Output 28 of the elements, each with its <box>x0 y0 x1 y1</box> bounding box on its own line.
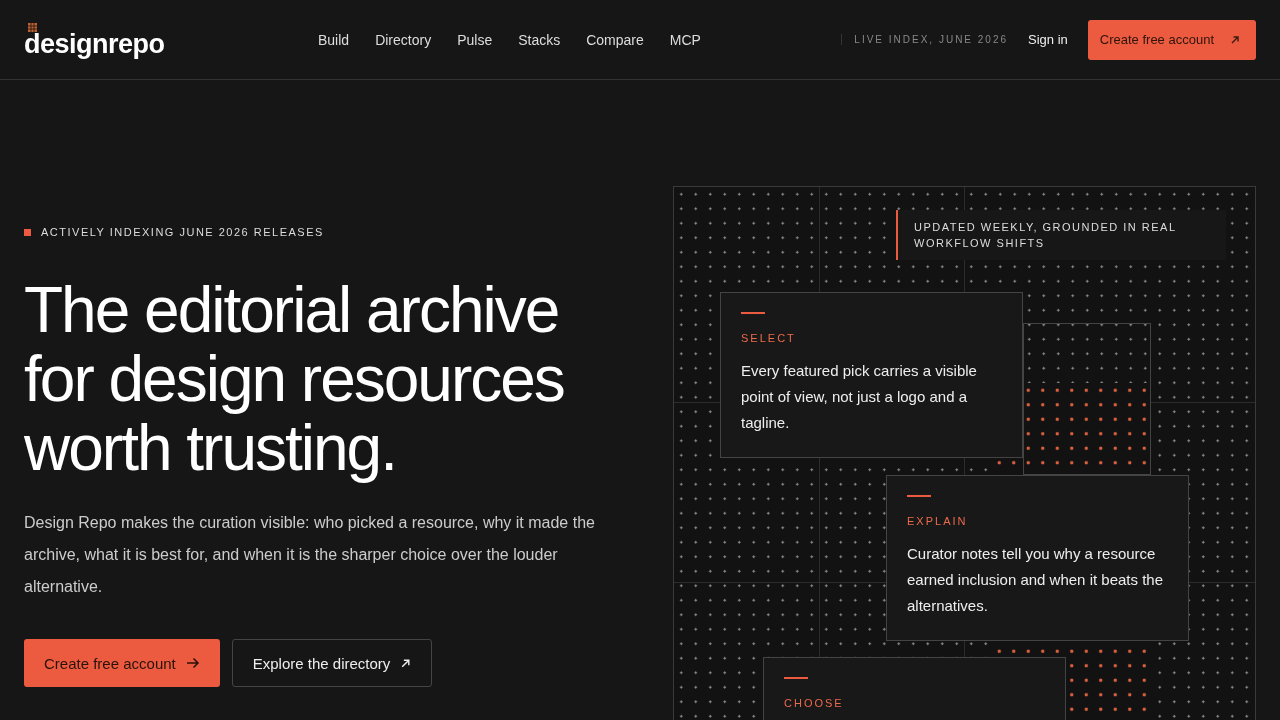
accent-dash <box>741 312 765 314</box>
card-label: CHOOSE <box>784 697 844 709</box>
square-icon <box>24 228 31 236</box>
intro-paragraph: Design Repo makes the curation visible: who picked a resource, why it made the archive, what it is best for, and when it is the sharper choice over the louder alternative. <box>24 513 596 597</box>
note-text: UPDATED WEEKLY, GROUNDED IN REAL WORKFLOW SHIFTS <box>914 220 1178 251</box>
accent-dash <box>784 677 808 679</box>
arrow-icon <box>185 657 200 669</box>
nav-link[interactable]: MCP <box>669 31 701 48</box>
headline: The editorial archive for design resources worth trusting. <box>24 276 565 483</box>
card-text: Curator notes tell you why a resource earned inclusion and when it beats the alternatives. <box>907 544 1164 616</box>
eyebrow-label: ACTIVELY INDEXING JUNE 2026 RELEASES <box>41 226 324 238</box>
arrow-icon <box>1230 34 1240 45</box>
sign-in-link[interactable]: Sign in <box>1028 32 1068 47</box>
nav-link[interactable]: Pulse <box>457 31 493 48</box>
nav-link[interactable]: Stacks <box>518 31 561 48</box>
card-label: SELECT <box>741 332 796 344</box>
card-text: Every featured pick carries a visible point of view, not just a logo and a tagline. <box>741 361 978 433</box>
live-index-label: LIVE INDEX, JUNE 2026 <box>841 34 1009 45</box>
nav-link[interactable]: Build <box>318 31 350 48</box>
nav-link[interactable]: Directory <box>375 31 432 48</box>
create-account-button[interactable]: Create free account <box>1087 19 1256 60</box>
grid-icon <box>28 23 37 32</box>
arrow-icon <box>400 657 412 669</box>
explore-directory-button[interactable]: Explore the directory <box>231 639 433 687</box>
create-account-button[interactable]: Create free account <box>24 639 220 687</box>
card-label: EXPLAIN <box>907 515 968 527</box>
nav-link[interactable]: Compare <box>586 31 644 48</box>
accent-dash <box>907 495 931 497</box>
